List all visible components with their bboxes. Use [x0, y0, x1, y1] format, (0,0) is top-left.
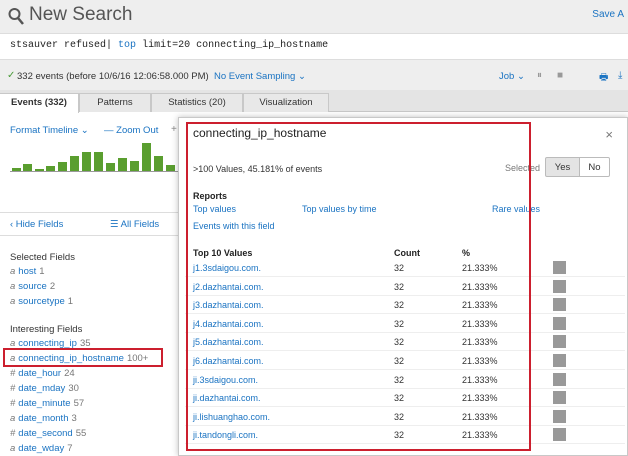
field-item-sourcetype[interactable]: a sourcetype 1: [10, 296, 73, 307]
page-title: New Search: [29, 4, 133, 25]
percent-bar: [553, 409, 566, 423]
query-args: limit=20 connecting_ip_hostname: [142, 40, 329, 51]
histogram-bar: [94, 152, 103, 172]
hide-fields-button[interactable]: ‹ Hide Fields: [10, 219, 63, 230]
timeline-histogram[interactable]: [10, 138, 180, 172]
highlight-box-popup: [186, 122, 531, 451]
histogram-bar: [142, 143, 151, 172]
export-icon[interactable]: ⤓: [618, 70, 622, 81]
selected-no-button[interactable]: No: [580, 157, 610, 177]
magnifier-icon: [8, 7, 24, 25]
check-icon: ✓: [7, 70, 16, 81]
interesting-fields-label: Interesting Fields: [10, 324, 83, 335]
selected-fields-label: Selected Fields: [10, 252, 75, 263]
histogram-axis: [10, 171, 180, 172]
percent-bar: [553, 354, 566, 367]
save-as-link[interactable]: Save A: [592, 9, 624, 20]
histogram-bar: [118, 158, 127, 172]
event-count-status: 332 events (before 10/6/16 12:06:58.000 …: [17, 71, 209, 82]
app-header: New Search Save A: [0, 0, 628, 33]
format-timeline-dropdown[interactable]: Format Timeline ⌄: [10, 125, 89, 136]
tab-patterns[interactable]: Patterns: [79, 93, 151, 112]
field-item-date-mday[interactable]: # date_mday 30: [10, 383, 79, 394]
event-sampling-dropdown[interactable]: No Event Sampling ⌄: [214, 71, 306, 82]
histogram-bar: [82, 152, 91, 172]
tab-visualization[interactable]: Visualization: [243, 93, 329, 112]
view-tabs: Events (332) Patterns Statistics (20) Vi…: [0, 90, 628, 113]
percent-bar: [553, 316, 566, 330]
query-keyword: top: [118, 40, 137, 51]
tab-events[interactable]: Events (332): [0, 93, 79, 113]
stop-icon[interactable]: ■: [557, 70, 563, 81]
histogram-bar: [70, 156, 79, 172]
field-item-source[interactable]: a source 2: [10, 281, 55, 292]
job-status-bar: ✓ 332 events (before 10/6/16 12:06:58.00…: [0, 60, 628, 90]
fields-toolbar: ‹ Hide Fields ☰ All Fields: [0, 212, 180, 236]
highlight-box-field: [3, 348, 163, 367]
pause-icon[interactable]: ⏸: [537, 70, 542, 81]
all-fields-button[interactable]: ☰ All Fields: [110, 219, 159, 230]
zoom-in-button[interactable]: +: [171, 124, 177, 135]
field-item-date-wday[interactable]: a date_wday 7: [10, 443, 73, 454]
percent-bar: [553, 391, 566, 405]
percent-bar: [553, 279, 566, 293]
close-icon[interactable]: ×: [605, 127, 613, 142]
zoom-out-button[interactable]: — Zoom Out: [104, 125, 158, 136]
field-item-date-month[interactable]: a date_month 3: [10, 413, 77, 424]
job-menu[interactable]: Job ⌄: [499, 71, 525, 82]
search-query-input[interactable]: stsauver refused| top limit=20 connectin…: [0, 33, 628, 60]
field-item-date-minute[interactable]: # date_minute 57: [10, 398, 84, 409]
percent-bar: [553, 372, 566, 386]
percent-bar: [553, 428, 566, 442]
tab-statistics[interactable]: Statistics (20): [151, 93, 243, 112]
print-icon[interactable]: 🖶: [599, 70, 608, 87]
field-item-date-hour[interactable]: # date_hour 24: [10, 368, 75, 379]
histogram-bar: [154, 156, 163, 172]
selected-yes-button[interactable]: Yes: [545, 157, 580, 177]
percent-bar: [553, 261, 566, 274]
field-item-date-second[interactable]: # date_second 55: [10, 428, 86, 439]
percent-bar: [553, 335, 566, 349]
field-item-host[interactable]: a host 1: [10, 266, 45, 277]
percent-bar: [553, 298, 566, 312]
query-text: stsauver refused|: [10, 40, 113, 51]
